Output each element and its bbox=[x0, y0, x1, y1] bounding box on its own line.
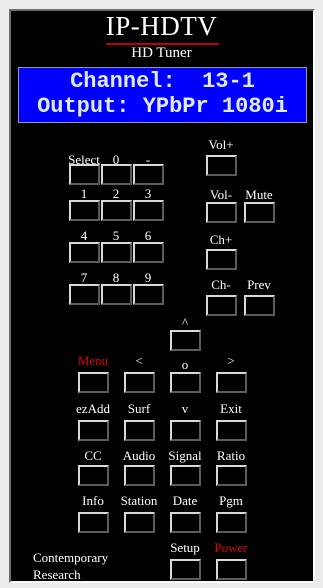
ok-label: o bbox=[181, 357, 189, 372]
station-label: Station bbox=[120, 493, 158, 508]
ch-up-label: Ch+ bbox=[209, 232, 233, 247]
brand-line-2: Research bbox=[33, 567, 81, 582]
setup-button[interactable] bbox=[170, 559, 201, 580]
brand-line-1: Contemporary bbox=[33, 550, 109, 565]
prev-label: Prev bbox=[247, 277, 271, 292]
nine-button[interactable] bbox=[133, 284, 164, 305]
audio-label: Audio bbox=[122, 448, 156, 463]
signal-label: Signal bbox=[168, 448, 202, 463]
prev-button[interactable] bbox=[244, 295, 275, 316]
output-readout: Output: YPbPr 1080i bbox=[37, 94, 288, 119]
ok-button[interactable] bbox=[170, 372, 201, 393]
pgm-label: Pgm bbox=[219, 493, 243, 508]
brand-footer: Contemporary Research bbox=[33, 549, 108, 583]
ch-down-button[interactable] bbox=[206, 295, 237, 316]
surf-label: Surf bbox=[127, 401, 151, 416]
four-button[interactable] bbox=[69, 242, 100, 263]
ezadd-label: ezAdd bbox=[76, 401, 110, 416]
ch-up-button[interactable] bbox=[206, 249, 237, 270]
menu-label: Menu bbox=[77, 353, 109, 368]
exit-label: Exit bbox=[220, 401, 242, 416]
exit-button[interactable] bbox=[216, 420, 247, 441]
surf-button[interactable] bbox=[124, 420, 155, 441]
info-label: Info bbox=[82, 493, 104, 508]
cc-label: CC bbox=[84, 448, 102, 463]
up-label: ^ bbox=[181, 315, 189, 330]
right-label: > bbox=[227, 353, 235, 368]
audio-button[interactable] bbox=[124, 465, 155, 486]
eight-button[interactable] bbox=[101, 284, 132, 305]
power-button[interactable] bbox=[216, 559, 247, 580]
five-button[interactable] bbox=[101, 242, 132, 263]
down-button[interactable] bbox=[170, 420, 201, 441]
six-button[interactable] bbox=[133, 242, 164, 263]
two-button[interactable] bbox=[101, 200, 132, 221]
info-button[interactable] bbox=[78, 512, 109, 533]
cc-button[interactable] bbox=[78, 465, 109, 486]
vol-up-label: Vol+ bbox=[208, 137, 234, 152]
ratio-label: Ratio bbox=[216, 448, 246, 463]
app-subtitle: HD Tuner bbox=[131, 45, 192, 61]
one-button[interactable] bbox=[69, 200, 100, 221]
date-button[interactable] bbox=[170, 512, 201, 533]
menu-button[interactable] bbox=[78, 372, 109, 393]
three-button[interactable] bbox=[133, 200, 164, 221]
up-button[interactable] bbox=[170, 330, 201, 351]
mute-label: Mute bbox=[245, 187, 273, 202]
vol-down-button[interactable] bbox=[206, 202, 237, 223]
ratio-button[interactable] bbox=[216, 465, 247, 486]
station-button[interactable] bbox=[124, 512, 155, 533]
left-button[interactable] bbox=[124, 372, 155, 393]
right-button[interactable] bbox=[216, 372, 247, 393]
vol-up-button[interactable] bbox=[206, 155, 237, 176]
mute-button[interactable] bbox=[244, 202, 275, 223]
down-label: v bbox=[181, 401, 189, 416]
power-label: Power bbox=[214, 540, 248, 555]
dash-button[interactable] bbox=[133, 164, 164, 185]
date-label: Date bbox=[172, 493, 198, 508]
app-title: IP-HDTV bbox=[105, 11, 218, 41]
ezadd-button[interactable] bbox=[78, 420, 109, 441]
seven-button[interactable] bbox=[69, 284, 100, 305]
setup-label: Setup bbox=[170, 540, 200, 555]
pgm-button[interactable] bbox=[216, 512, 247, 533]
left-label: < bbox=[135, 353, 143, 368]
signal-button[interactable] bbox=[170, 465, 201, 486]
channel-readout: Channel: 13-1 bbox=[70, 69, 255, 94]
status-display: Channel: 13-1 Output: YPbPr 1080i bbox=[18, 67, 307, 123]
